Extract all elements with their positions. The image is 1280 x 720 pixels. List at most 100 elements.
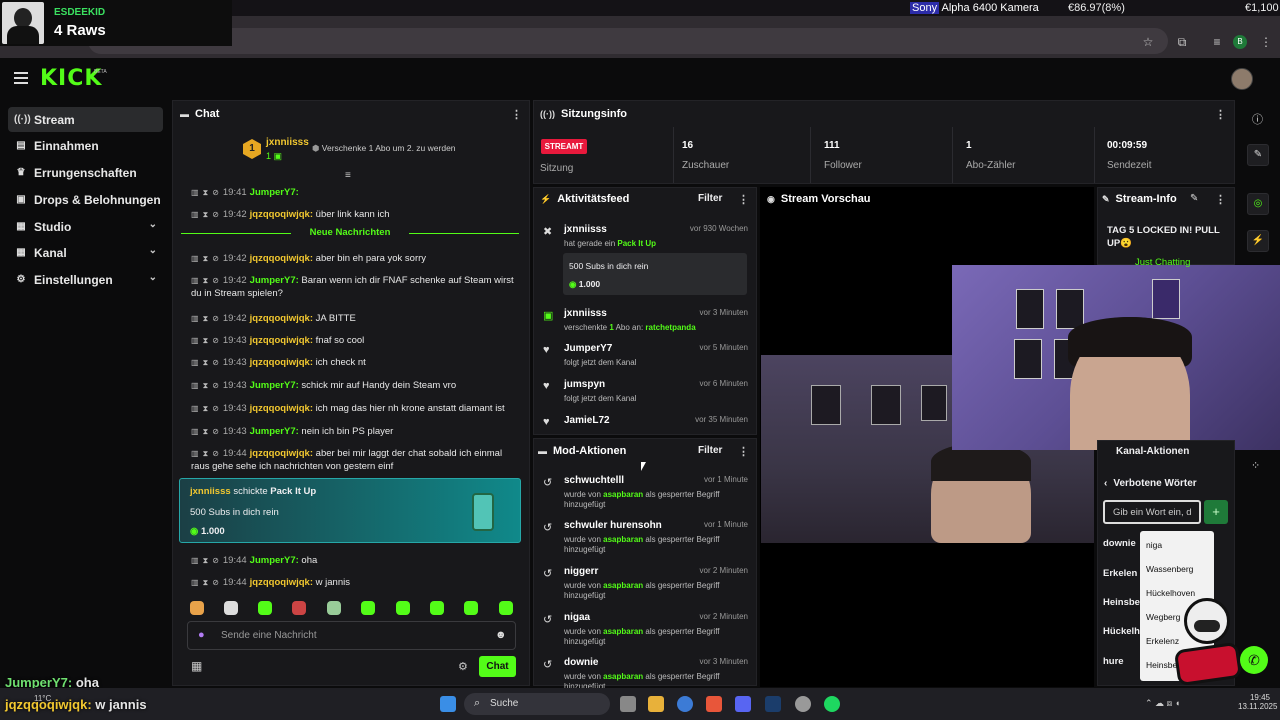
activity-filter-button[interactable]: Filter — [698, 193, 722, 204]
pencil-icon[interactable]: ✎ — [1247, 144, 1269, 166]
microphone-icon[interactable]: ● — [198, 629, 205, 641]
chat-username[interactable]: jqzqqoqiwjqk — [250, 313, 310, 324]
banned-word-item[interactable]: Hückelh — [1103, 626, 1140, 637]
activity-more-icon[interactable]: ⋮ — [738, 193, 749, 206]
emote-icon[interactable] — [464, 601, 478, 615]
banned-words-title[interactable]: ‹ Verbotene Wörter — [1104, 478, 1197, 489]
ban-icon[interactable]: ⊘ — [212, 276, 219, 285]
browser-profile-avatar[interactable]: B — [1233, 35, 1247, 49]
ban-icon[interactable]: ⊘ — [212, 449, 219, 458]
chat-username[interactable]: JumperY7 — [250, 380, 296, 391]
media-icon[interactable]: ≡ — [1210, 35, 1224, 49]
chat-send-button[interactable]: Chat — [479, 656, 516, 677]
taskbar-search[interactable]: ⌕ Suche — [464, 693, 610, 715]
ban-icon[interactable]: ⊘ — [212, 336, 219, 345]
bookmark-star-icon[interactable]: ☆ — [1141, 35, 1155, 49]
ban-icon[interactable]: ⊘ — [212, 427, 219, 436]
add-word-button[interactable]: + — [1204, 500, 1228, 524]
address-bar[interactable] — [88, 28, 1168, 54]
banned-word-item[interactable]: Erkelen — [1103, 568, 1137, 579]
chat-username[interactable]: jqzqqoqiwjqk — [250, 577, 310, 588]
gift-offer[interactable]: ⬢ Verschenke 1 Abo um 2. zu werden — [312, 143, 456, 154]
timeout-icon[interactable]: ⧗ — [203, 276, 209, 285]
timeout-icon[interactable]: ⧗ — [203, 336, 209, 345]
banned-word-item[interactable]: hure — [1103, 656, 1124, 667]
chat-message-input[interactable]: ● Sende eine Nachricht ☻ — [187, 621, 516, 650]
ban-icon[interactable]: ⊘ — [212, 188, 219, 197]
mod-more-icon[interactable]: ⋮ — [738, 445, 749, 458]
timeout-icon[interactable]: ⧗ — [203, 314, 209, 323]
sidebar-item-earnings[interactable]: ▤ Einnahmen — [8, 133, 163, 158]
ban-icon[interactable]: ⊘ — [212, 314, 219, 323]
chat-username[interactable]: jqzqqoqiwjqk — [250, 357, 310, 368]
mod-view-icon[interactable]: ◎ — [1247, 193, 1269, 215]
emote-icon[interactable] — [430, 601, 444, 615]
trash-icon[interactable]: ▥ — [191, 314, 199, 323]
chat-more-icon[interactable]: ⋮ — [511, 108, 522, 121]
emote-icon[interactable] — [396, 601, 410, 615]
ban-icon[interactable]: ⊘ — [212, 358, 219, 367]
menu-icon[interactable] — [14, 72, 28, 84]
timeout-icon[interactable]: ⧗ — [203, 449, 209, 458]
trash-icon[interactable]: ▥ — [191, 336, 199, 345]
autocomplete-option[interactable]: niga — [1146, 540, 1162, 550]
banned-word-item[interactable]: Heinsbe — [1103, 597, 1140, 608]
timeout-icon[interactable]: ⧗ — [203, 210, 209, 219]
timeout-icon[interactable]: ⧗ — [203, 556, 209, 565]
stream-category[interactable]: Just Chatting — [1135, 257, 1190, 268]
windows-start-icon[interactable] — [440, 696, 456, 712]
timeout-icon[interactable]: ⧗ — [203, 404, 209, 413]
trash-icon[interactable]: ▥ — [191, 210, 199, 219]
emote-icon[interactable] — [224, 601, 238, 615]
ban-icon[interactable]: ⊘ — [212, 404, 219, 413]
trash-icon[interactable]: ▥ — [191, 404, 199, 413]
emote-icon[interactable] — [292, 601, 306, 615]
sidebar-item-channel[interactable]: ▦ Kanal ⌄ — [8, 240, 163, 265]
extensions-icon[interactable]: ⧉ — [1175, 35, 1189, 49]
stream-info-more-icon[interactable]: ⋮ — [1215, 193, 1226, 206]
chat-username[interactable]: jqzqqoqiwjqk — [250, 403, 310, 414]
ban-icon[interactable]: ⊘ — [212, 381, 219, 390]
session-more-icon[interactable]: ⋮ — [1215, 108, 1226, 121]
tray-icons[interactable]: ⌃ ☁ ⧈ ◖ — [1145, 698, 1180, 709]
banned-word-input[interactable]: Gib ein Wort ein, d — [1103, 500, 1201, 524]
emote-icon[interactable] — [499, 601, 513, 615]
chat-username[interactable]: JumperY7 — [250, 555, 296, 566]
sidebar-item-achievements[interactable]: ♛ Errungenschaften — [8, 160, 163, 185]
ban-icon[interactable]: ⊘ — [212, 578, 219, 587]
sidebar-item-drops[interactable]: ▣ Drops & Belohnungen — [8, 187, 163, 212]
trash-icon[interactable]: ▥ — [191, 427, 199, 436]
steam-icon[interactable] — [765, 696, 781, 712]
undo-icon[interactable]: ↺ — [543, 567, 552, 580]
mod-filter-button[interactable]: Filter — [698, 445, 722, 456]
autocomplete-option[interactable]: Wassenberg — [1146, 564, 1193, 574]
sidebar-item-studio[interactable]: ▦ Studio ⌄ — [8, 214, 163, 239]
chat-username[interactable]: JumperY7 — [250, 187, 296, 198]
emote-icon[interactable] — [258, 601, 272, 615]
trash-icon[interactable]: ▥ — [191, 276, 199, 285]
gear-icon[interactable]: ⚙ — [458, 660, 468, 673]
chat-username[interactable]: JumperY7 — [250, 426, 296, 437]
timeout-icon[interactable]: ⧗ — [203, 578, 209, 587]
store-icon[interactable]: ▦ — [191, 659, 202, 673]
chat-username[interactable]: JumperY7 — [250, 275, 296, 286]
emote-icon[interactable] — [327, 601, 341, 615]
chrome-icon[interactable] — [677, 696, 693, 712]
file-explorer-icon[interactable] — [648, 696, 664, 712]
timeout-icon[interactable]: ⧗ — [203, 427, 209, 436]
undo-icon[interactable]: ↺ — [543, 521, 552, 534]
timeout-icon[interactable]: ⧗ — [203, 381, 209, 390]
chat-username[interactable]: jqzqqoqiwjqk — [250, 209, 310, 220]
undo-icon[interactable]: ↺ — [543, 476, 552, 489]
user-avatar[interactable] — [1231, 68, 1253, 90]
ban-icon[interactable]: ⊘ — [212, 254, 219, 263]
info-icon[interactable]: ⓘ — [1252, 111, 1263, 127]
trash-icon[interactable]: ▥ — [191, 449, 199, 458]
browser-menu-icon[interactable]: ⋮ — [1259, 35, 1273, 49]
taskbar-clock[interactable]: 19:45 13.11.2025 — [1238, 693, 1277, 711]
trash-icon[interactable]: ▥ — [191, 556, 199, 565]
bolt-icon[interactable]: ⚡ — [1247, 230, 1269, 252]
filter-icon[interactable]: ≡ — [345, 170, 351, 181]
brave-icon[interactable] — [706, 696, 722, 712]
timeout-icon[interactable]: ⧗ — [203, 254, 209, 263]
